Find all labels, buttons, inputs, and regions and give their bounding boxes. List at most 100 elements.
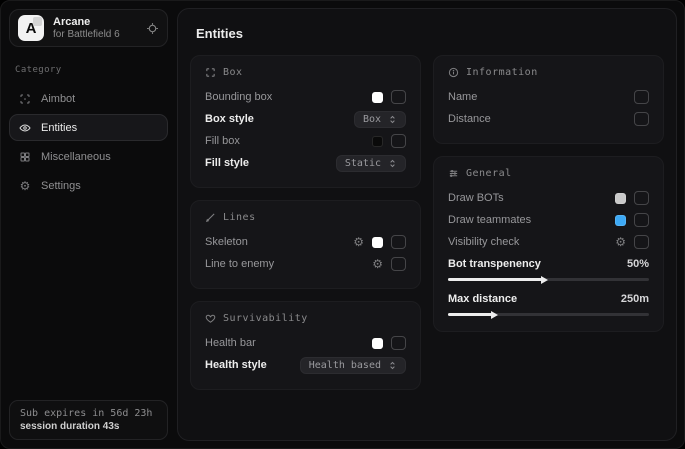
setting-row-fill-box: Fill box [205, 130, 406, 152]
color-swatch[interactable] [372, 237, 383, 248]
bot-transparency-slider[interactable] [448, 278, 649, 281]
chevrons-up-down-icon [388, 361, 397, 370]
box-panel: Box Bounding box Box style Box [190, 55, 421, 188]
bounding-box-checkbox[interactable] [391, 90, 406, 104]
gear-icon[interactable]: ⚙ [353, 236, 364, 248]
dropdown-value: Health based [309, 360, 381, 371]
color-swatch[interactable] [615, 215, 626, 226]
setting-row-fill-style: Fill style Static [205, 152, 406, 174]
setting-label: Bot transpenency [448, 258, 541, 270]
sidebar-item-aimbot[interactable]: Aimbot [9, 85, 168, 112]
setting-label: Skeleton [205, 236, 248, 248]
setting-row-draw-teammates: Draw teammates [448, 209, 649, 231]
gear-icon: ⚙ [18, 179, 32, 193]
sidebar-item-label: Aimbot [41, 93, 75, 105]
setting-row-skeleton: Skeleton ⚙ [205, 231, 406, 253]
slider-fill [448, 313, 492, 316]
sidebar-item-entities[interactable]: Entities [9, 114, 168, 141]
sub-expiry-text: Sub expires in 56d 23h [20, 408, 157, 419]
setting-row-name: Name [448, 86, 649, 108]
dropdown-value: Box [363, 114, 381, 125]
app-window: A Arcane for Battlefield 6 Category Aimb… [0, 0, 685, 449]
app-title-block: Arcane for Battlefield 6 [53, 16, 137, 40]
gear-icon[interactable]: ⚙ [615, 236, 626, 248]
app-logo-card: A Arcane for Battlefield 6 [9, 9, 168, 47]
setting-label: Distance [448, 113, 491, 125]
panel-title: Information [466, 67, 538, 78]
app-name: Arcane [53, 16, 137, 29]
draw-teammates-checkbox[interactable] [634, 213, 649, 227]
setting-label: Fill style [205, 157, 249, 169]
dropdown-value: Static [345, 158, 381, 169]
setting-label: Visibility check [448, 236, 519, 248]
right-column: Information Name Distance [433, 55, 664, 390]
setting-row-health-style: Health style Health based [205, 354, 406, 376]
health-bar-checkbox[interactable] [391, 336, 406, 350]
color-swatch[interactable] [372, 338, 383, 349]
setting-label: Bounding box [205, 91, 272, 103]
setting-row-distance: Distance [448, 108, 649, 130]
sidebar-item-label: Entities [41, 122, 77, 134]
setting-label: Draw BOTs [448, 192, 504, 204]
main-content: Entities Box Bounding box [177, 8, 677, 441]
panel-title: General [466, 168, 512, 179]
chevrons-up-down-icon [388, 159, 397, 168]
name-checkbox[interactable] [634, 90, 649, 104]
sliders-icon [448, 168, 459, 179]
setting-label: Draw teammates [448, 214, 531, 226]
color-swatch[interactable] [372, 92, 383, 103]
sidebar-item-label: Settings [41, 180, 81, 192]
line-to-enemy-checkbox[interactable] [391, 257, 406, 271]
setting-label: Health style [205, 359, 267, 371]
heart-icon [205, 313, 216, 324]
setting-label: Health bar [205, 337, 256, 349]
gear-icon[interactable]: ⚙ [372, 258, 383, 270]
eye-scan-icon [18, 122, 32, 134]
setting-row-bot-transparency: Bot transpenency 50% [448, 255, 649, 281]
skeleton-checkbox[interactable] [391, 235, 406, 249]
color-swatch[interactable] [615, 193, 626, 204]
setting-label: Box style [205, 113, 254, 125]
sidebar-item-miscellaneous[interactable]: Miscellaneous [9, 143, 168, 170]
max-distance-slider[interactable] [448, 313, 649, 316]
crop-corners-icon [205, 67, 216, 78]
app-subtitle: for Battlefield 6 [53, 29, 137, 41]
setting-row-draw-bots: Draw BOTs [448, 187, 649, 209]
category-label: Category [15, 65, 168, 75]
distance-checkbox[interactable] [634, 112, 649, 126]
fill-style-dropdown[interactable]: Static [336, 155, 406, 172]
setting-row-box-style: Box style Box [205, 108, 406, 130]
chevrons-up-down-icon [388, 115, 397, 124]
setting-row-bounding-box: Bounding box [205, 86, 406, 108]
fill-box-checkbox[interactable] [391, 134, 406, 148]
session-duration-text: session duration 43s [20, 421, 157, 432]
information-panel: Information Name Distance [433, 55, 664, 144]
slider-value: 50% [627, 258, 649, 270]
slider-fill [448, 278, 542, 281]
draw-bots-checkbox[interactable] [634, 191, 649, 205]
health-style-dropdown[interactable]: Health based [300, 357, 406, 374]
setting-label: Max distance [448, 293, 517, 305]
panel-title: Survivability [223, 313, 308, 324]
setting-label: Line to enemy [205, 258, 274, 270]
visibility-check-checkbox[interactable] [634, 235, 649, 249]
page-title: Entities [196, 26, 664, 41]
slider-value: 250m [621, 293, 649, 305]
crosshair-icon [18, 93, 32, 105]
setting-row-health-bar: Health bar [205, 332, 406, 354]
panel-title: Box [223, 67, 243, 78]
setting-label: Fill box [205, 135, 240, 147]
grid-icon [18, 151, 32, 163]
lines-panel: Lines Skeleton ⚙ Line to enemy ⚙ [190, 200, 421, 289]
general-panel: General Draw BOTs Draw teammates [433, 156, 664, 332]
sidebar-item-label: Miscellaneous [41, 151, 111, 163]
color-swatch[interactable] [372, 136, 383, 147]
sidebar-item-settings[interactable]: ⚙ Settings [9, 172, 168, 199]
left-column: Box Bounding box Box style Box [190, 55, 421, 390]
gear-icon[interactable] [146, 22, 159, 35]
setting-row-visibility-check: Visibility check ⚙ [448, 231, 649, 253]
sidebar: A Arcane for Battlefield 6 Category Aimb… [1, 1, 176, 448]
box-style-dropdown[interactable]: Box [354, 111, 406, 128]
pencil-line-icon [205, 212, 216, 223]
app-logo: A [18, 15, 44, 41]
